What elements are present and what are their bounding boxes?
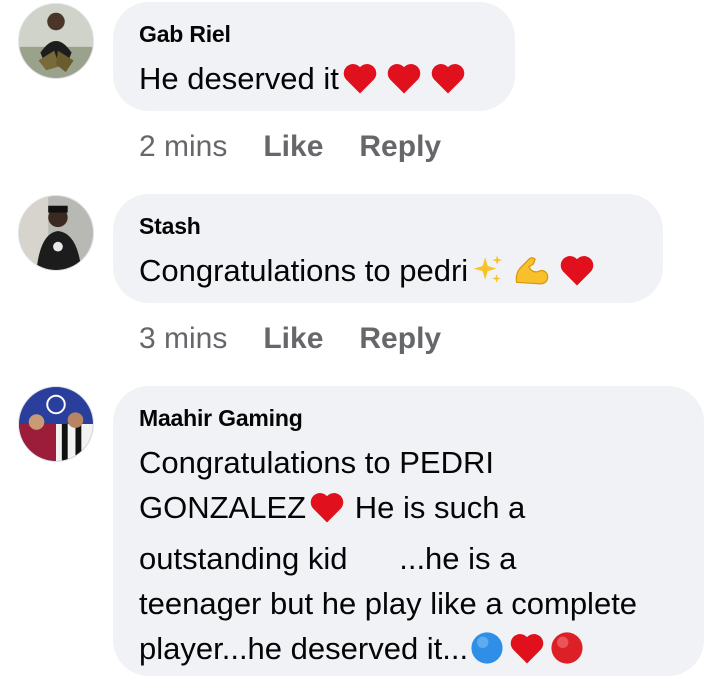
- sparkles-icon: [470, 253, 506, 299]
- heart-icon: [508, 631, 546, 677]
- heart-icon: [385, 61, 423, 107]
- avatar[interactable]: [18, 386, 94, 462]
- comment-text: He deserved it: [139, 56, 489, 107]
- comment-timestamp[interactable]: 2 mins: [139, 129, 227, 165]
- comment-bubble: Maahir Gaming Congratulations to PEDRI G…: [113, 386, 704, 676]
- red-circle-icon: [550, 631, 584, 677]
- comment-text-line: GONZALEZ He is such a: [139, 485, 678, 536]
- comment-text-line: Congratulations to pedri: [139, 253, 469, 288]
- blue-circle-icon: [470, 631, 504, 677]
- avatar[interactable]: [18, 3, 94, 79]
- heart-icon: [308, 490, 346, 536]
- comment-text: Congratulations to pedri: [139, 248, 637, 299]
- comment-author[interactable]: Stash: [139, 212, 637, 240]
- comment-text-line: He deserved it: [139, 61, 339, 96]
- comment-actions: 3 mins Like Reply: [139, 321, 441, 357]
- comment-actions: 2 mins Like Reply: [139, 129, 441, 165]
- comment-text: Congratulations to PEDRI GONZALEZ He is …: [139, 440, 678, 677]
- comment-timestamp[interactable]: 3 mins: [139, 321, 227, 357]
- comment-text-line: Congratulations to PEDRI: [139, 445, 494, 480]
- reply-button[interactable]: Reply: [359, 129, 441, 165]
- heart-icon: [429, 61, 467, 107]
- comment-author[interactable]: Gab Riel: [139, 20, 489, 48]
- like-button[interactable]: Like: [263, 321, 323, 357]
- comment-text-line: outstanding kid ...he is a: [139, 541, 517, 576]
- flexed-biceps-icon: [512, 253, 552, 299]
- reply-button[interactable]: Reply: [359, 321, 441, 357]
- like-button[interactable]: Like: [263, 129, 323, 165]
- heart-icon: [341, 61, 379, 107]
- comment-text-line: teenager but he play like a complete: [139, 586, 638, 621]
- comment-text-line: player...he deserved it...: [139, 626, 678, 677]
- heart-icon: [558, 253, 596, 299]
- comment-bubble: Stash Congratulations to pedri: [113, 194, 663, 303]
- comment-author[interactable]: Maahir Gaming: [139, 404, 678, 432]
- comment-bubble: Gab Riel He deserved it: [113, 2, 515, 111]
- avatar[interactable]: [18, 195, 94, 271]
